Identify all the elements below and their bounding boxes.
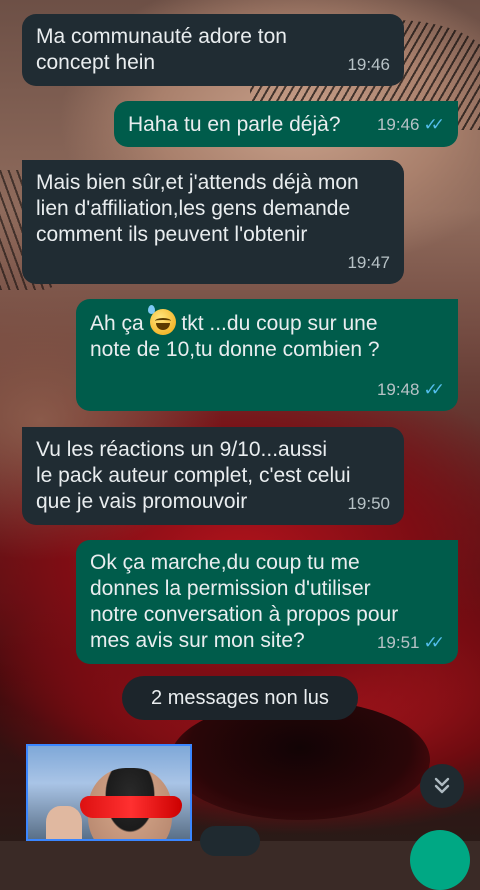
message-text: Vu les réactions un 9/10...aussi le pack… [36, 438, 351, 513]
message-text: Haha tu en parle déjà? [128, 113, 341, 136]
message-bubble-incoming[interactable]: Vu les réactions un 9/10...aussi le pack… [22, 427, 404, 525]
message-meta: 19:51 ✓✓ [376, 630, 445, 656]
send-or-mic-button[interactable] [410, 830, 470, 890]
unread-messages-label: 2 messages non lus [151, 686, 329, 709]
message-meta: 19:48 ✓✓ [376, 377, 445, 403]
message-meta: 19:50 [347, 491, 390, 517]
message-text: Mais bien sûr,et j'attends déjà mon lien… [36, 171, 359, 246]
message-bubble-incoming[interactable]: Ma communauté adore ton concept hein 19:… [22, 14, 404, 86]
thumbnail-hand [46, 806, 82, 839]
double-chevron-down-icon [434, 777, 450, 794]
input-bar-edge [200, 826, 260, 856]
message-meta: 19:46 ✓✓ [376, 112, 445, 138]
message-time: 19:46 [347, 55, 390, 74]
message-time: 19:46 [376, 115, 420, 134]
thumbnail-sunglasses [80, 796, 182, 818]
message-meta: 19:47 [347, 250, 390, 276]
message-time: 19:48 [376, 380, 420, 399]
message-time: 19:51 [376, 633, 420, 652]
double-check-icon: ✓✓ [423, 633, 445, 652]
double-check-icon: ✓✓ [423, 380, 445, 399]
grinning-face-with-sweat-icon [147, 305, 176, 335]
sweat-drop [147, 305, 155, 314]
double-check-icon: ✓✓ [423, 115, 445, 134]
message-text: Ah ça tkt ...du coup sur une note de 10,… [90, 305, 444, 363]
message-text: Ma communauté adore ton concept hein [36, 25, 287, 74]
scroll-to-bottom-button[interactable] [420, 764, 464, 808]
media-thumbnail[interactable] [26, 744, 192, 841]
message-bubble-outgoing[interactable]: Haha tu en parle déjà? 19:46 ✓✓ [114, 101, 458, 147]
message-list[interactable]: Ma communauté adore ton concept hein 19:… [0, 0, 480, 890]
unread-messages-banner: 2 messages non lus [122, 676, 358, 720]
message-time: 19:50 [347, 494, 390, 513]
message-bubble-outgoing[interactable]: Ok ça marche,du coup tu me donnes la per… [76, 540, 458, 664]
message-meta: 19:46 [347, 52, 390, 78]
message-bubble-outgoing[interactable]: Ah ça tkt ...du coup sur une note de 10,… [76, 299, 458, 411]
message-text-part: Ah ça [90, 312, 150, 335]
message-time: 19:47 [347, 253, 390, 272]
message-bubble-incoming[interactable]: Mais bien sûr,et j'attends déjà mon lien… [22, 160, 404, 284]
